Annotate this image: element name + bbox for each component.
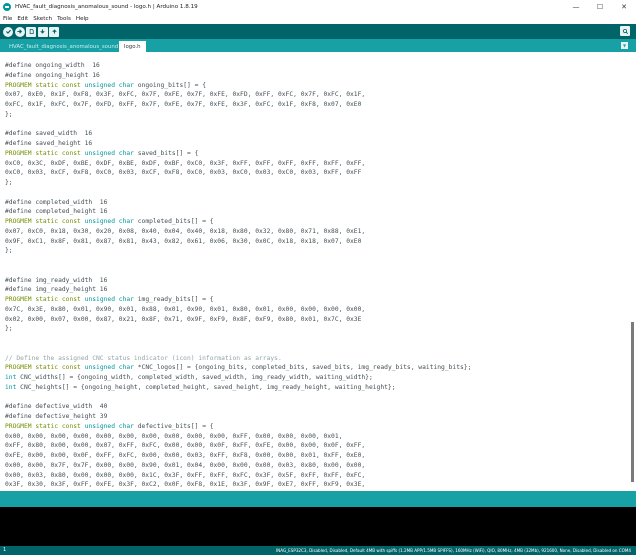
code-line: 0xC0, 0x03, 0xCF, 0xF8, 0xC0, 0x03, 0xCF… bbox=[5, 169, 362, 177]
open-icon bbox=[40, 29, 45, 34]
code-line: PROGMEM static const unsigned char img_r… bbox=[5, 296, 214, 303]
board-info: INAG_ESP32C3, Disabled, Disabled, Defaul… bbox=[275, 547, 631, 553]
code-line: }; bbox=[5, 179, 13, 186]
code-line: 0x00, 0x00, 0x00, 0x00, 0x00, 0x00, 0x00… bbox=[5, 432, 343, 440]
code-line: 0x02, 0x00, 0x07, 0x00, 0x87, 0x21, 0x8F… bbox=[5, 315, 362, 323]
window-title: HVAC_fault_diagnosis_anomalous_sound - l… bbox=[15, 4, 198, 10]
code-line: #define completed_width 16 bbox=[5, 198, 108, 206]
code-line: }; bbox=[5, 325, 13, 333]
window-titlebar: HVAC_fault_diagnosis_anomalous_sound - l… bbox=[0, 0, 636, 14]
code-line: #define ongoing_width 16 bbox=[5, 62, 100, 69]
code-line: 0x07, 0xE0, 0x1F, 0xF8, 0x3F, 0xFC, 0x7F… bbox=[5, 91, 366, 99]
menu-sketch[interactable]: Sketch bbox=[33, 16, 52, 22]
code-line: PROGMEM static const unsigned char ongoi… bbox=[5, 81, 206, 89]
save-button[interactable] bbox=[49, 26, 59, 37]
code-line: int CNC_widths[] = {ongoing_width, compl… bbox=[5, 374, 373, 381]
code-line: #define ongoing_height 16 bbox=[5, 71, 100, 79]
code-line: #define defective_width 40 bbox=[5, 403, 108, 411]
new-sketch-button[interactable] bbox=[26, 26, 36, 37]
upload-button[interactable] bbox=[14, 26, 25, 37]
verify-icon bbox=[5, 29, 11, 34]
code-line: 0xFE, 0x00, 0x00, 0x0F, 0xFF, 0xFC, 0x00… bbox=[5, 452, 366, 459]
menu-edit[interactable]: Edit bbox=[17, 16, 28, 22]
close-button[interactable]: ✕ bbox=[612, 0, 636, 14]
line-number: 1 bbox=[3, 547, 7, 553]
code-line: 0x00, 0x00, 0x7F, 0x7F, 0x00, 0x00, 0x90… bbox=[5, 461, 366, 469]
open-button[interactable] bbox=[37, 26, 48, 37]
code-line: 0x07, 0xC0, 0x18, 0x30, 0x20, 0x08, 0x40… bbox=[5, 227, 366, 235]
menu-tools[interactable]: Tools bbox=[57, 16, 71, 22]
code-line: PROGMEM static const unsigned char *CNC_… bbox=[5, 364, 472, 372]
status-bar bbox=[0, 491, 636, 507]
verify-button[interactable] bbox=[3, 26, 13, 37]
code-line: 0x7C, 0x3E, 0x80, 0x01, 0x90, 0x01, 0x88… bbox=[5, 305, 366, 313]
code-line: PROGMEM static const unsigned char defec… bbox=[5, 422, 214, 430]
code-editor[interactable]: #define ongoing_width 16 #define ongoing_… bbox=[0, 52, 636, 491]
code-text: #define ongoing_width 16 #define ongoing_… bbox=[5, 61, 471, 491]
serial-monitor-icon bbox=[622, 28, 628, 34]
code-line: 0x9F, 0xC1, 0x8F, 0x81, 0x87, 0x81, 0x43… bbox=[5, 237, 362, 245]
code-line: // Define the assigned CNC status indica… bbox=[5, 354, 282, 362]
save-icon bbox=[51, 29, 57, 34]
console-output[interactable] bbox=[0, 507, 636, 546]
serial-monitor-button[interactable] bbox=[620, 26, 630, 36]
code-line: PROGMEM static const unsigned char saved… bbox=[5, 149, 199, 157]
code-line: #define saved_height 16 bbox=[5, 140, 93, 147]
menu-file[interactable]: File bbox=[3, 16, 12, 22]
code-line: int CNC_heights[] = {ongoing_height, com… bbox=[5, 383, 396, 391]
menu-help[interactable]: Help bbox=[76, 16, 89, 22]
menu-bar: File Edit Sketch Tools Help bbox=[0, 14, 636, 24]
code-line: #define completed_height 16 bbox=[5, 208, 108, 216]
code-line: #define saved_width 16 bbox=[5, 130, 93, 138]
tabs-bar: HVAC_fault_diagnosis_anomalous_sound log… bbox=[0, 39, 636, 52]
code-line: 0xFF, 0x80, 0x00, 0x00, 0x07, 0xFF, 0xFC… bbox=[5, 442, 366, 450]
maximize-button[interactable]: ☐ bbox=[588, 0, 612, 14]
upload-icon bbox=[17, 29, 23, 34]
code-line: #define img_ready_height 16 bbox=[5, 286, 108, 294]
code-line: 0x00, 0x03, 0x80, 0x00, 0x00, 0x00, 0x1C… bbox=[5, 471, 366, 479]
board-status-bar: 1 INAG_ESP32C3, Disabled, Disabled, Defa… bbox=[0, 546, 636, 555]
tab-sketch-main[interactable]: HVAC_fault_diagnosis_anomalous_sound bbox=[4, 41, 124, 52]
code-line: }; bbox=[5, 247, 13, 255]
code-line: 0xC0, 0x3C, 0xDF, 0xBE, 0xDF, 0xBE, 0xDF… bbox=[5, 159, 366, 167]
tab-menu-button[interactable]: ▼ bbox=[621, 42, 628, 49]
minimize-button[interactable]: — bbox=[564, 0, 588, 14]
code-line: #define img_ready_width 16 bbox=[5, 276, 108, 284]
code-line: #define defective_height 39 bbox=[5, 413, 108, 420]
new-icon bbox=[29, 29, 34, 34]
tab-logo-h[interactable]: logo.h bbox=[119, 41, 146, 52]
scrollbar-thumb[interactable] bbox=[631, 322, 634, 482]
code-line: 0xFC, 0x1F, 0xFC, 0x7F, 0xFD, 0xFF, 0x7F… bbox=[5, 101, 362, 108]
code-line: 0x3F, 0x30, 0x3F, 0xFF, 0xFE, 0x3F, 0xC2… bbox=[5, 481, 366, 489]
arduino-logo-icon bbox=[3, 3, 11, 11]
code-line: PROGMEM static const unsigned char compl… bbox=[5, 218, 214, 225]
code-line: }; bbox=[5, 110, 13, 118]
toolbar bbox=[0, 24, 636, 39]
